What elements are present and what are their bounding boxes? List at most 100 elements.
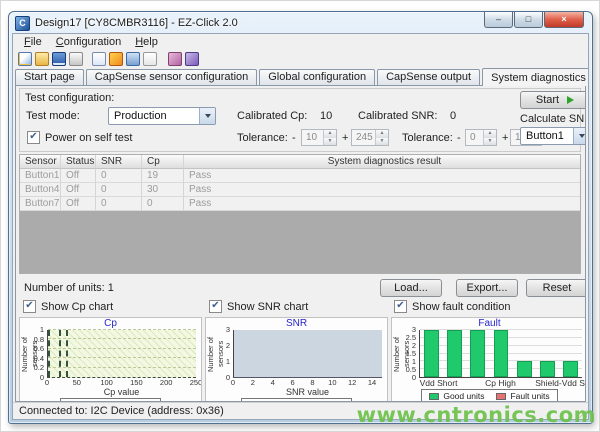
log-icon[interactable]: [143, 52, 157, 66]
tab-capsense-output[interactable]: CapSense output: [377, 69, 480, 85]
checkmark-icon: ✔: [23, 300, 36, 313]
y-tick-label: 0.8: [34, 335, 44, 344]
tab-start-page[interactable]: Start page: [15, 69, 84, 85]
calculate-snr-select[interactable]: Button1: [520, 127, 586, 145]
save-icon[interactable]: [52, 52, 66, 66]
new-project-icon[interactable]: [18, 52, 32, 66]
x-tick-label: 250: [190, 378, 202, 387]
close-button[interactable]: ×: [544, 12, 584, 28]
result-cell: Pass: [184, 169, 580, 183]
x-tick-label: 14: [368, 378, 376, 387]
cp-chart-y-axis-label: Number of sensors: [20, 330, 30, 378]
show-fault-condition-checkbox[interactable]: ✔ Show fault condition: [394, 300, 510, 313]
cp-tolerance-minus-value: 10: [302, 130, 323, 145]
calibrated-cp-label: Calibrated Cp:: [237, 110, 307, 122]
cp-spike: [59, 330, 61, 377]
calculate-snr-for-label: Calculate SNR for:: [520, 113, 586, 125]
show-snr-chart-checkbox[interactable]: ✔ Show SNR chart: [209, 300, 308, 313]
screenshot-frame: C Design17 [CY8CMBR3116] - EZ-Click 2.0 …: [0, 0, 600, 432]
cp-tolerance-label: Tolerance:: [237, 132, 288, 144]
snr-chart-plot-area: [233, 330, 382, 378]
status-cell: Off: [61, 183, 96, 197]
spinner-arrows-icon[interactable]: ▲▼: [375, 130, 388, 145]
column-header-snr[interactable]: SNR: [96, 155, 142, 169]
cp-tolerance-minus-input[interactable]: 10 ▲▼: [301, 129, 337, 146]
checkmark-icon: ✔: [27, 131, 40, 144]
load-button[interactable]: Load...: [380, 279, 442, 297]
checkmark-icon: ✔: [209, 300, 222, 313]
tab-system-diagnostics[interactable]: System diagnostics: [482, 68, 589, 86]
menu-bar: File Configuration Help: [13, 34, 588, 50]
print-icon[interactable]: [69, 52, 83, 66]
snr-tolerance-minus-input[interactable]: 0 ▲▼: [465, 129, 497, 146]
snr-chart-title: SNR: [206, 318, 387, 330]
test-mode-select[interactable]: Production: [108, 107, 216, 125]
y-tick-label: 0.6: [34, 344, 44, 353]
table-row[interactable]: Button1 Off 0 19 Pass: [20, 169, 580, 183]
maximize-button[interactable]: □: [514, 12, 543, 28]
snr-cell: 0: [96, 197, 142, 211]
spinner-arrows-icon[interactable]: ▲▼: [323, 130, 336, 145]
power-on-self-test-checkbox[interactable]: ✔ Power on self test: [27, 131, 132, 144]
snr-chart-y-ticks: 0123: [216, 330, 233, 378]
window-body: File Configuration Help Start page: [12, 33, 589, 420]
column-header-sensor[interactable]: Sensor: [20, 155, 61, 169]
report-icon[interactable]: [92, 52, 106, 66]
start-button[interactable]: Start: [520, 91, 586, 109]
fault-bar: [517, 361, 532, 377]
snr-tolerance-plus-sign: +: [502, 132, 508, 144]
export-button[interactable]: Export...: [456, 279, 518, 297]
fault-bar: [494, 330, 509, 377]
result-cell: Pass: [184, 197, 580, 211]
column-header-status[interactable]: Status: [61, 155, 96, 169]
apply-to-device-icon[interactable]: [126, 52, 140, 66]
fault-bar: [563, 361, 578, 377]
y-tick-label: 1.5: [406, 349, 416, 358]
snr-tolerance-minus-sign: -: [457, 132, 461, 144]
reset-button[interactable]: Reset: [526, 279, 586, 297]
x-tick-label: 150: [130, 378, 143, 387]
fault-chart: Fault Number of sensors 00.511.522.53 Vd…: [391, 317, 586, 402]
menu-item-file[interactable]: File: [17, 36, 49, 48]
connect-icon[interactable]: [109, 52, 123, 66]
result-cell: Pass: [184, 183, 580, 197]
column-header-result[interactable]: System diagnostics result: [184, 155, 580, 169]
y-tick-label: 0: [40, 373, 44, 382]
x-tick-label: 200: [160, 378, 173, 387]
menu-item-help[interactable]: Help: [128, 36, 165, 48]
tab-global-configuration[interactable]: Global configuration: [259, 69, 375, 85]
status-cell: Off: [61, 169, 96, 183]
show-cp-chart-checkbox[interactable]: ✔ Show Cp chart: [23, 300, 113, 313]
y-tick-label: 2.5: [406, 333, 416, 342]
power-on-self-test-label: Power on self test: [45, 132, 132, 144]
gridline: [48, 357, 196, 358]
chevron-down-icon[interactable]: [199, 108, 215, 124]
y-tick-label: 0: [412, 373, 416, 382]
menu-item-configuration[interactable]: Configuration: [49, 36, 128, 48]
minimize-button[interactable]: –: [484, 12, 513, 28]
cp-tolerance-plus-value: 245: [352, 130, 375, 145]
chart-toggles-row: ✔ Show Cp chart ✔ Show SNR chart ✔ Show …: [16, 300, 585, 313]
chevron-down-icon[interactable]: [573, 128, 586, 144]
erase-icon[interactable]: [168, 52, 182, 66]
column-header-cp[interactable]: Cp: [142, 155, 184, 169]
gridline: [48, 329, 196, 330]
status-cell: Off: [61, 197, 96, 211]
tab-capsense-sensor-configuration[interactable]: CapSense sensor configuration: [86, 69, 257, 85]
fault-bar: [540, 361, 555, 377]
y-tick-label: 2: [226, 341, 230, 350]
cp-tolerance-plus-input[interactable]: 245 ▲▼: [351, 129, 389, 146]
y-tick-label: 1: [226, 357, 230, 366]
tools-icon[interactable]: [185, 52, 199, 66]
cp-chart: Cp Number of sensors 00.20.40.60.81 0501…: [19, 317, 202, 402]
load-button-label: Load...: [394, 282, 428, 294]
table-row[interactable]: Button7 Off 0 0 Pass: [20, 197, 580, 211]
spinner-arrows-icon[interactable]: ▲▼: [483, 130, 496, 145]
cp-chart-x-axis-label: Cp value: [42, 387, 201, 397]
title-bar[interactable]: C Design17 [CY8CMBR3116] - EZ-Click 2.0 …: [9, 12, 592, 33]
snr-chart-x-axis-label: SNR value: [228, 387, 387, 397]
table-row[interactable]: Button4 Off 0 30 Pass: [20, 183, 580, 197]
open-project-icon[interactable]: [35, 52, 49, 66]
reset-button-label: Reset: [543, 282, 572, 294]
diagnostics-table: Sensor Status SNR Cp System diagnostics …: [19, 154, 581, 274]
